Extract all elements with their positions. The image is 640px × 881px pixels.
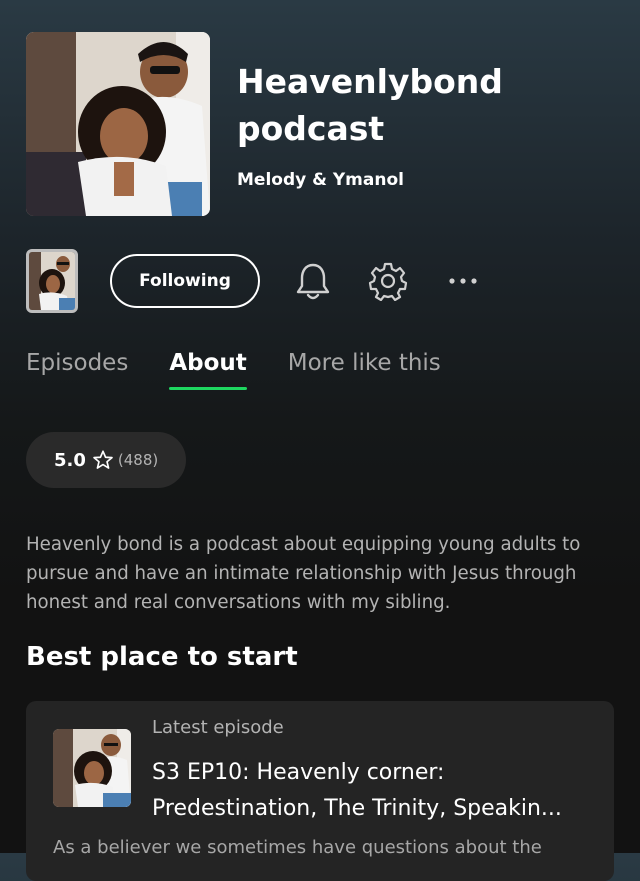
rating-count: (488) <box>117 451 159 469</box>
mini-cover-thumbnail[interactable] <box>26 249 78 313</box>
podcast-description: Heavenly bond is a podcast about equippi… <box>26 534 581 613</box>
section-title: Best place to start <box>26 642 298 672</box>
rating-value: 5.0 <box>54 449 86 471</box>
tab-bar: Episodes About More like this <box>26 350 441 390</box>
episode-title-line-1: S3 EP10: Heavenly corner: <box>152 760 445 785</box>
tab-more-like-this[interactable]: More like this <box>288 350 441 390</box>
latest-episode-card[interactable]: Latest episode S3 EP10: Heavenly corner:… <box>26 701 614 881</box>
more-icon[interactable] <box>441 259 485 303</box>
tab-episodes[interactable]: Episodes <box>26 350 128 390</box>
tab-about[interactable]: About <box>169 350 248 390</box>
star-icon <box>93 450 113 469</box>
bell-icon[interactable] <box>291 259 335 303</box>
podcast-title: Heavenlybond podcast <box>237 62 503 148</box>
episode-title[interactable]: S3 EP10: Heavenly corner: Predestination… <box>152 755 592 827</box>
episode-label: Latest episode <box>152 717 284 738</box>
episode-thumbnail <box>53 729 131 807</box>
episode-title-line-2: Predestination, The Trinity, Speakin... <box>152 796 562 821</box>
following-button[interactable]: Following <box>110 254 260 308</box>
action-bar: Following <box>26 248 614 314</box>
rating-pill[interactable]: 5.0 (488) <box>26 432 187 488</box>
podcast-header: Heavenlybond podcast Melody & Ymanol <box>26 32 537 216</box>
podcast-author[interactable]: Melody & Ymanol <box>237 170 537 190</box>
podcast-cover-image <box>26 32 210 216</box>
podcast-info: Heavenlybond podcast Melody & Ymanol <box>237 32 537 216</box>
episode-description: As a believer we sometimes have question… <box>53 837 542 858</box>
gear-icon[interactable] <box>366 259 410 303</box>
